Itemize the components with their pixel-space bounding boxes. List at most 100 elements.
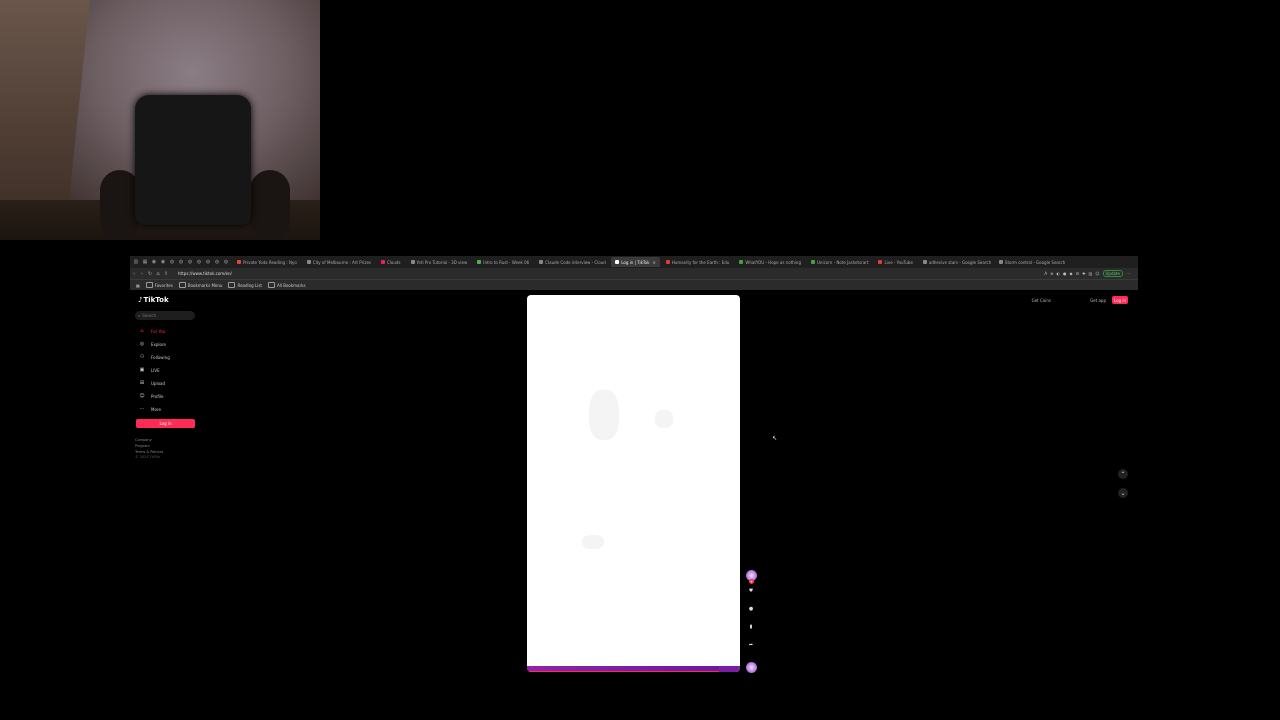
tab-group-icon[interactable]: ▦: [142, 259, 148, 265]
next-video-button[interactable]: ⌄: [1118, 488, 1128, 498]
share-button[interactable]: ➦: [746, 642, 756, 648]
browser-tab[interactable]: Claude Code interview - Cloud: [535, 257, 609, 267]
tiktok-page: ♪TikTok ⌕ Search ⌂ For You ◎ Explore ⚇ Follow…: [130, 290, 1138, 673]
video-progress-bar[interactable]: [527, 666, 740, 672]
header-login-button[interactable]: Log in: [1112, 296, 1128, 304]
bookmark-reading-list[interactable]: Reading List: [228, 282, 262, 288]
browser-tab[interactable]: City of Melbourne : Art Prizes: [303, 257, 375, 267]
live-icon: ▣: [139, 367, 145, 373]
address-bar[interactable]: https://www.tiktok.com/en/: [174, 270, 378, 278]
music-disc-avatar[interactable]: [746, 662, 757, 673]
back-icon[interactable]: ‹: [130, 271, 138, 277]
folder-icon: [145, 282, 153, 288]
get-coins-link[interactable]: Get Coins: [1032, 298, 1051, 303]
creator-avatar[interactable]: +: [746, 570, 757, 584]
profile-icon[interactable]: ☺: [1095, 271, 1099, 276]
extensions-puzzle-icon[interactable]: ✚: [1082, 271, 1085, 276]
browser-tab[interactable]: Storm control - Google Search: [995, 257, 1069, 267]
share-page-icon[interactable]: ⇪: [162, 271, 170, 277]
video-player[interactable]: [527, 295, 740, 672]
chevron-down-icon: ⌄: [1120, 489, 1126, 497]
browser-tab[interactable]: WhatYOU - Hope as nothing: [735, 257, 805, 267]
sidebar-toggle-icon[interactable]: ▥: [133, 259, 139, 265]
sidebar-icon[interactable]: ▥: [1089, 271, 1093, 276]
reload-icon[interactable]: ↻: [146, 271, 154, 277]
pinned-tab-icon[interactable]: ◍: [223, 259, 229, 265]
tab-close-icon[interactable]: ×: [652, 260, 655, 265]
get-app-link[interactable]: Get app: [1090, 298, 1106, 303]
settings-icon[interactable]: ⚙: [1076, 271, 1080, 276]
pinned-tab-icon[interactable]: ◍: [169, 259, 175, 265]
browser-tab[interactable]: Clouds: [377, 257, 405, 267]
tab-title: Live - YouTube: [884, 259, 913, 265]
all-bookmarks[interactable]: All Bookmarks: [267, 282, 306, 288]
sidebar-item-live[interactable]: ▣ LIVE: [138, 365, 160, 375]
sidebar-item-profile[interactable]: ☺ Profile: [138, 391, 163, 401]
browser-tab[interactable]: Live - YouTube: [874, 257, 916, 267]
extension-icon[interactable]: ●: [1063, 271, 1067, 276]
footer-program[interactable]: Program: [135, 444, 150, 448]
sidebar-item-following[interactable]: ⚇ Following: [138, 352, 170, 362]
save-button[interactable]: ▮: [746, 624, 756, 630]
tab-title: Humanity for the Earth : Edu: [671, 259, 730, 265]
update-button[interactable]: Update: [1102, 270, 1123, 277]
comment-button[interactable]: ●: [746, 606, 756, 612]
browser-tab[interactable]: Private Yoda Reading : Nyo: [233, 257, 301, 267]
browser-tab[interactable]: Unicorn - Note Jacketsrart: [807, 257, 872, 267]
bookmark-label: Favorites: [154, 282, 173, 288]
bookmark-menu[interactable]: Bookmarks Menu: [178, 282, 223, 288]
tab-title: Claude Code interview - Cloud: [545, 259, 606, 265]
menu-icon[interactable]: ⋯: [1126, 271, 1130, 276]
pinned-tab-icon[interactable]: ◍: [214, 259, 220, 265]
home-button-icon[interactable]: ⌂: [154, 271, 162, 277]
footer-company[interactable]: Company: [135, 438, 152, 442]
pinned-tab-icon[interactable]: ◍: [178, 259, 184, 265]
folder-icon: [267, 282, 275, 288]
browser-tab[interactable]: Intro to Rust - Week 06: [473, 257, 533, 267]
previous-video-button[interactable]: ⌃: [1118, 469, 1128, 479]
profile-icon: ☺: [139, 393, 145, 399]
follow-plus-icon[interactable]: +: [749, 579, 754, 584]
forward-icon[interactable]: ›: [138, 271, 146, 277]
tab-title: Unicorn - Note Jacketsrart: [817, 259, 869, 265]
tab-title: Private Yoda Reading : Nyo: [243, 259, 297, 265]
browser-tab[interactable]: adhesive stars - Google Search: [919, 257, 993, 267]
reader-icon[interactable]: A: [1044, 271, 1047, 276]
sidebar-login-button[interactable]: Log in: [136, 419, 195, 428]
pinned-tab-icon[interactable]: ◉: [160, 259, 166, 265]
zoom-icon[interactable]: ⊕: [1050, 271, 1053, 276]
browser-toolbar: ‹ › ↻ ⌂ ⇪ https://www.tiktok.com/en/ A ⊕…: [130, 268, 1138, 279]
like-button[interactable]: ♥: [746, 588, 756, 594]
tab-favicon-icon: [477, 260, 482, 264]
browser-tab[interactable]: Log in | TikTok ×: [611, 257, 660, 267]
pinned-tab-icon[interactable]: ◍: [196, 259, 202, 265]
footer-terms[interactable]: Terms & Policies: [135, 450, 163, 454]
browser-tab[interactable]: Yeti Pro Tutorial - 3D view: [407, 257, 472, 267]
bookmark-label: Bookmarks Menu: [187, 282, 223, 288]
extension-icon[interactable]: ◐: [1057, 271, 1061, 276]
office-chair: [135, 95, 251, 225]
toolbar-icons: A ⊕ ◐ ● ◆ ⚙ ✚ ▥ ☺ Update ⋯: [1044, 270, 1138, 277]
tab-title: Clouds: [387, 259, 401, 265]
tab-favicon-icon: [306, 260, 311, 264]
bookmarks-grid-icon[interactable]: ▦: [136, 283, 140, 288]
tab-favicon-icon: [237, 260, 241, 264]
bookmark-favorites[interactable]: Favorites: [145, 282, 173, 288]
browser-window: ▥ ▦ ◉ ◉ ◍ ◍ ◍ ◍ ◍ ◍ ◍ Private Yoda Readi…: [130, 256, 1138, 673]
extension-icon[interactable]: ◆: [1070, 271, 1073, 276]
save-icon: ▮: [749, 624, 753, 630]
chair-arm-left: [100, 170, 140, 240]
search-input[interactable]: ⌕ Search: [135, 311, 195, 320]
sidebar-item-explore[interactable]: ◎ Explore: [138, 339, 166, 349]
chair-arm-right: [250, 170, 290, 240]
mouse-cursor-icon: ↖: [772, 435, 778, 442]
tab-favicon-icon: [410, 260, 415, 264]
sidebar-item-more[interactable]: ⋯ More: [138, 404, 161, 414]
pinned-tab-icon[interactable]: ◉: [151, 259, 157, 265]
sidebar-item-upload[interactable]: ⊞ Upload: [138, 378, 165, 388]
pinned-tab-icon[interactable]: ◍: [205, 259, 211, 265]
browser-tab[interactable]: Humanity for the Earth : Edu: [662, 257, 734, 267]
sidebar-item-for-you[interactable]: ⌂ For You: [138, 326, 165, 336]
pinned-tab-icon[interactable]: ◍: [187, 259, 193, 265]
tiktok-logo[interactable]: ♪TikTok: [138, 296, 169, 304]
